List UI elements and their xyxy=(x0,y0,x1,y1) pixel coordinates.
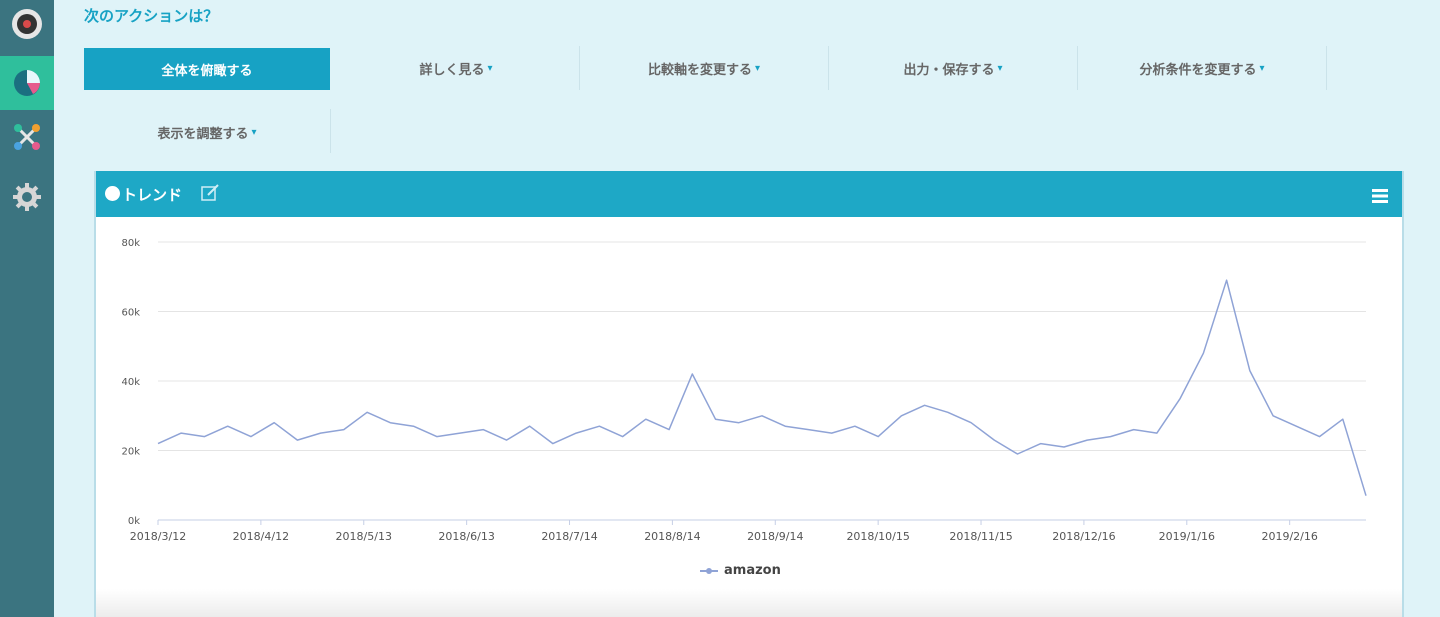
x-tick-label: 2018/7/14 xyxy=(541,530,597,543)
detail-dropdown[interactable]: 詳しく見る ▾ xyxy=(332,45,580,91)
display-adjust-dropdown[interactable]: 表示を調整する ▾ xyxy=(84,109,330,155)
x-tick-label: 2018/6/13 xyxy=(438,530,494,543)
divider xyxy=(330,109,331,153)
x-tick-label: 2018/10/15 xyxy=(846,530,909,543)
sidebar-item-dashboard[interactable] xyxy=(0,0,54,51)
y-tick-label: 60k xyxy=(121,308,140,319)
compare-axis-dropdown[interactable]: 比較軸を変更する ▾ xyxy=(580,45,828,91)
export-label: 出力・保存する xyxy=(903,62,995,78)
chevron-down-icon: ▾ xyxy=(487,62,493,74)
x-tick-label: 2018/9/14 xyxy=(747,530,803,543)
y-tick-label: 80k xyxy=(121,238,140,249)
chevron-down-icon: ▾ xyxy=(251,126,257,138)
edit-icon[interactable] xyxy=(200,183,220,203)
x-tick-label: 2018/8/14 xyxy=(644,530,700,543)
chart-legend[interactable]: amazon xyxy=(700,563,781,578)
x-tick-label: 2018/12/16 xyxy=(1052,530,1115,543)
gear-icon xyxy=(13,183,41,211)
divider xyxy=(1326,46,1327,90)
sidebar xyxy=(0,0,54,617)
dashboard-icon xyxy=(12,9,42,39)
chevron-down-icon: ▾ xyxy=(1259,62,1265,74)
y-tick-label: 20k xyxy=(121,447,140,458)
display-adjust-label: 表示を調整する xyxy=(157,126,249,142)
next-action-title: 次のアクションは？ xyxy=(84,7,219,25)
chevron-down-icon: ▾ xyxy=(754,62,761,74)
sidebar-item-analysis[interactable] xyxy=(0,56,54,110)
circle-icon xyxy=(105,186,120,201)
trend-chart: 0k 20k 40k 60k 80k 2018/3/12 2018/4/12 2018/5/1… xyxy=(121,238,1367,543)
x-tick-label: 2018/4/12 xyxy=(233,530,289,543)
panel-footer xyxy=(96,589,1402,617)
sidebar-item-tools[interactable] xyxy=(0,110,54,164)
legend-label: amazon xyxy=(724,563,781,578)
menu-icon[interactable] xyxy=(1372,189,1388,203)
compare-axis-label: 比較軸を変更する xyxy=(647,62,752,78)
x-tick-label: 2018/11/15 xyxy=(949,530,1012,543)
y-tick-label: 40k xyxy=(121,377,140,388)
analysis-condition-label: 分析条件を変更する xyxy=(1139,62,1257,78)
pie-chart-icon xyxy=(14,70,40,96)
x-tick-label: 2019/1/16 xyxy=(1159,530,1215,543)
panel-header: トレンド xyxy=(96,171,1402,217)
chevron-down-icon: ▾ xyxy=(997,62,1003,74)
sidebar-item-settings[interactable] xyxy=(0,170,54,224)
overview-label: 全体を俯瞰する xyxy=(161,63,253,79)
overview-button[interactable]: 全体を俯瞰する xyxy=(84,48,330,90)
tools-icon xyxy=(14,124,40,150)
x-tick-label: 2019/2/16 xyxy=(1261,530,1317,543)
x-tick-label: 2018/5/13 xyxy=(336,530,392,543)
export-dropdown[interactable]: 出力・保存する ▾ xyxy=(829,45,1077,91)
x-tick-label: 2018/3/12 xyxy=(130,530,186,543)
panel-title: トレンド xyxy=(122,186,183,204)
analysis-condition-dropdown[interactable]: 分析条件を変更する ▾ xyxy=(1078,45,1326,91)
legend-marker-icon xyxy=(700,567,718,574)
y-tick-label: 0k xyxy=(128,516,140,527)
series-line-amazon xyxy=(157,279,1367,496)
detail-label: 詳しく見る xyxy=(419,62,485,78)
